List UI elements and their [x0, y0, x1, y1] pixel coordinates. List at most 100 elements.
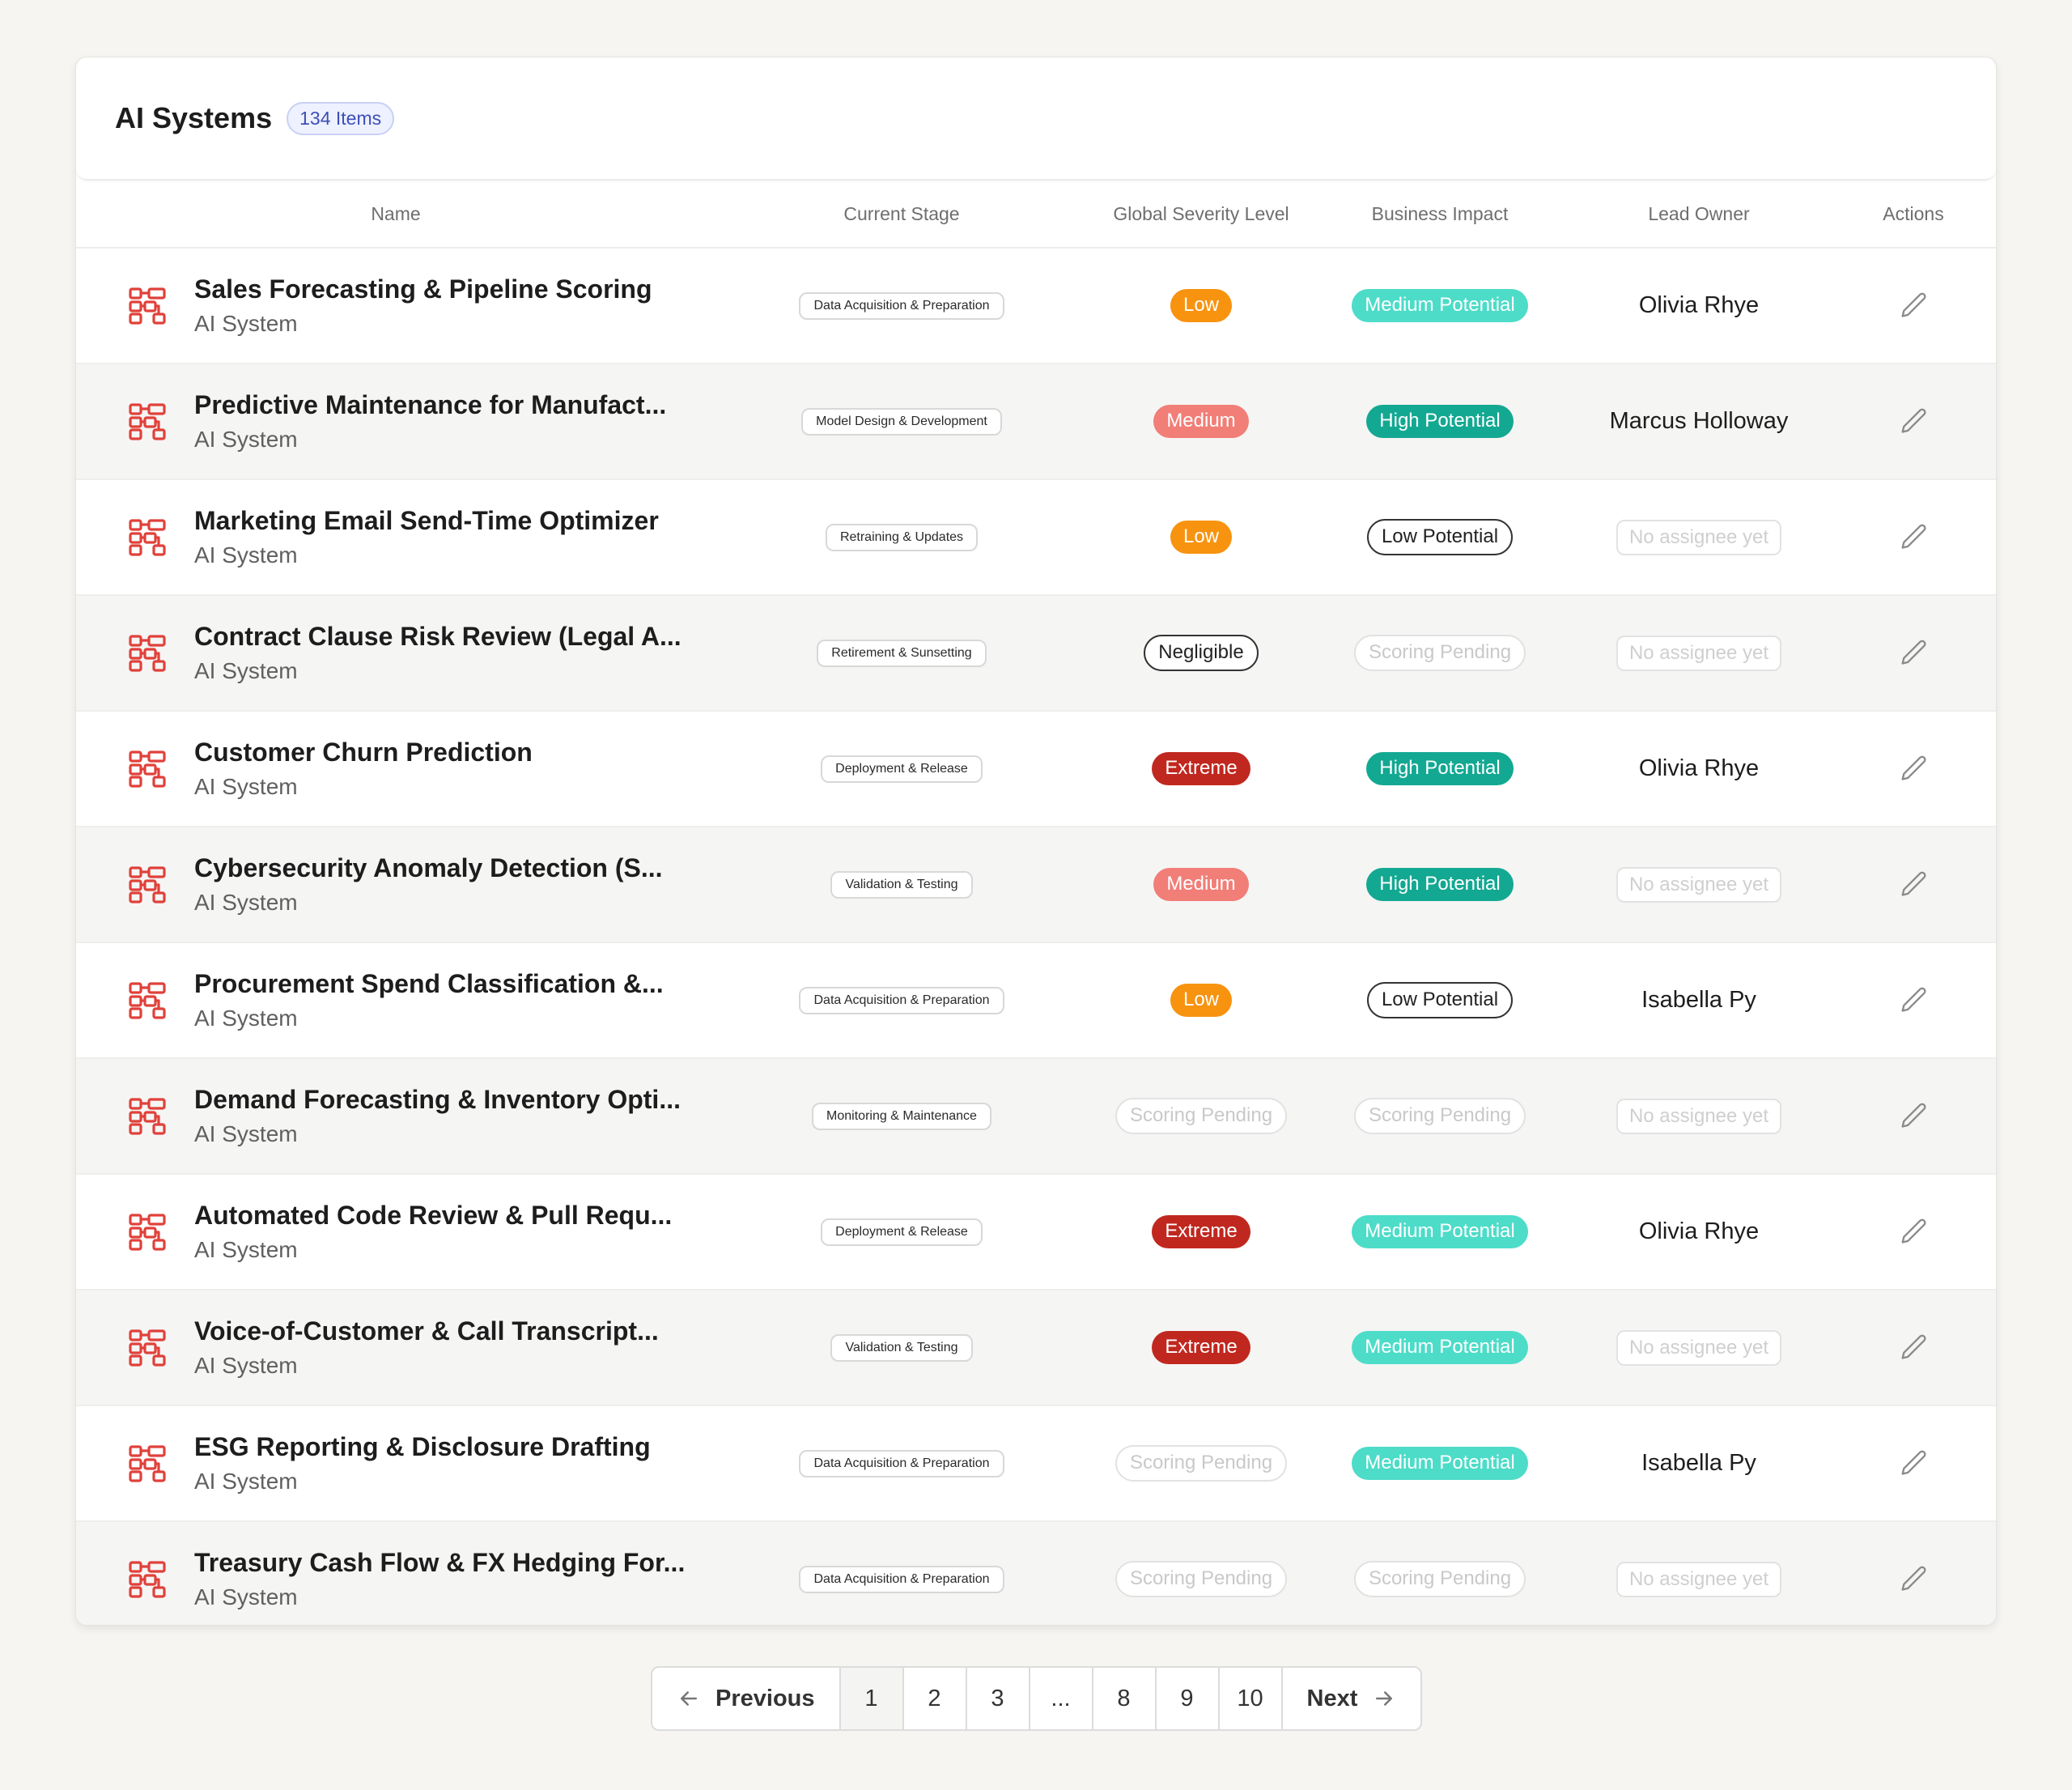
next-page-button[interactable]: Next: [1283, 1668, 1421, 1729]
impact-cell: Low Potential: [1314, 943, 1565, 1057]
page-button-1[interactable]: 1: [840, 1668, 904, 1729]
page-button-9[interactable]: 9: [1157, 1668, 1220, 1729]
no-assignee-badge[interactable]: No assignee yet: [1616, 1098, 1782, 1134]
table-row[interactable]: Contract Clause Risk Review (Legal A... …: [76, 596, 1996, 712]
name-cell[interactable]: Demand Forecasting & Inventory Opti... A…: [76, 1059, 715, 1173]
name-cell[interactable]: Customer Churn Prediction AI System: [76, 712, 715, 826]
stage-badge: Validation & Testing: [830, 1333, 973, 1362]
no-assignee-badge[interactable]: No assignee yet: [1616, 1329, 1782, 1366]
ai-system-name[interactable]: ESG Reporting & Disclosure Drafting: [194, 1432, 651, 1462]
stage-cell: Deployment & Release: [715, 1175, 1088, 1289]
edit-button[interactable]: [1832, 596, 1994, 710]
ai-system-type: AI System: [194, 1469, 298, 1494]
severity-badge: Scoring Pending: [1115, 1561, 1288, 1597]
column-header-stage[interactable]: Current Stage: [715, 203, 1088, 225]
name-cell[interactable]: Predictive Maintenance for Manufact... A…: [76, 364, 715, 478]
ai-system-name[interactable]: Contract Clause Risk Review (Legal A...: [194, 622, 681, 652]
ai-system-icon: [129, 1560, 166, 1598]
no-assignee-badge[interactable]: No assignee yet: [1616, 519, 1782, 555]
name-cell[interactable]: Marketing Email Send-Time Optimizer AI S…: [76, 480, 715, 594]
name-cell[interactable]: ESG Reporting & Disclosure Drafting AI S…: [76, 1406, 715, 1520]
ai-system-name[interactable]: Procurement Spend Classification &...: [194, 969, 664, 999]
lead-owner-name: Olivia Rhye: [1638, 1218, 1760, 1244]
table-row[interactable]: Customer Churn Prediction AI System Depl…: [76, 712, 1996, 827]
edit-button[interactable]: [1832, 827, 1994, 942]
table-row[interactable]: ESG Reporting & Disclosure Drafting AI S…: [76, 1406, 1996, 1522]
column-header-name[interactable]: Name: [76, 203, 715, 225]
edit-button[interactable]: [1832, 1059, 1994, 1173]
ai-system-name[interactable]: Marketing Email Send-Time Optimizer: [194, 506, 659, 536]
owner-cell: No assignee yet: [1565, 827, 1832, 942]
stage-cell: Retraining & Updates: [715, 480, 1088, 594]
table-row[interactable]: Sales Forecasting & Pipeline Scoring AI …: [76, 249, 1996, 364]
ai-system-name[interactable]: Predictive Maintenance for Manufact...: [194, 390, 666, 420]
edit-button[interactable]: [1832, 1406, 1994, 1520]
edit-button[interactable]: [1832, 249, 1994, 363]
previous-page-button[interactable]: Previous: [652, 1668, 841, 1729]
ai-system-type: AI System: [194, 890, 298, 915]
pencil-icon: [1901, 1450, 1926, 1475]
name-cell[interactable]: Sales Forecasting & Pipeline Scoring AI …: [76, 249, 715, 363]
stage-badge: Data Acquisition & Preparation: [799, 1449, 1004, 1477]
ai-system-name[interactable]: Cybersecurity Anomaly Detection (S...: [194, 853, 663, 883]
ai-system-name[interactable]: Demand Forecasting & Inventory Opti...: [194, 1085, 681, 1115]
table-row[interactable]: Marketing Email Send-Time Optimizer AI S…: [76, 480, 1996, 596]
name-cell[interactable]: Cybersecurity Anomaly Detection (S... AI…: [76, 827, 715, 942]
column-header-owner[interactable]: Lead Owner: [1565, 203, 1832, 225]
ai-system-icon: [129, 1444, 166, 1482]
edit-button[interactable]: [1832, 1175, 1994, 1289]
column-header-actions: Actions: [1883, 202, 1944, 224]
pencil-icon: [1901, 408, 1926, 433]
stage-cell: Retirement & Sunsetting: [715, 596, 1088, 710]
edit-button[interactable]: [1832, 364, 1994, 478]
edit-button[interactable]: [1832, 1290, 1994, 1405]
name-cell[interactable]: Automated Code Review & Pull Requ... AI …: [76, 1175, 715, 1289]
no-assignee-badge[interactable]: No assignee yet: [1616, 635, 1782, 671]
severity-badge: Low: [1170, 521, 1233, 554]
business-impact-badge: Scoring Pending: [1353, 1098, 1526, 1134]
name-cell[interactable]: Treasury Cash Flow & FX Hedging For... A…: [76, 1522, 715, 1625]
ai-system-icon: [129, 1213, 166, 1251]
name-cell[interactable]: Voice-of-Customer & Call Transcript... A…: [76, 1290, 715, 1405]
ai-system-name[interactable]: Customer Churn Prediction: [194, 738, 533, 767]
table-row[interactable]: Treasury Cash Flow & FX Hedging For... A…: [76, 1522, 1996, 1625]
edit-button[interactable]: [1832, 480, 1994, 594]
table-row[interactable]: Predictive Maintenance for Manufact... A…: [76, 364, 1996, 480]
column-header-severity[interactable]: Global Severity Level: [1088, 203, 1314, 225]
table-row[interactable]: Automated Code Review & Pull Requ... AI …: [76, 1175, 1996, 1290]
page-button-2[interactable]: 2: [904, 1668, 967, 1729]
edit-button[interactable]: [1832, 1522, 1994, 1625]
impact-cell: High Potential: [1314, 827, 1565, 942]
ai-system-name[interactable]: Treasury Cash Flow & FX Hedging For...: [194, 1548, 685, 1578]
table-row[interactable]: Procurement Spend Classification &... AI…: [76, 943, 1996, 1059]
ai-system-type: AI System: [194, 542, 298, 568]
ai-system-name[interactable]: Sales Forecasting & Pipeline Scoring: [194, 274, 652, 304]
ai-system-icon: [129, 1329, 166, 1367]
edit-button[interactable]: [1832, 943, 1994, 1057]
table-row[interactable]: Demand Forecasting & Inventory Opti... A…: [76, 1059, 1996, 1175]
name-cell[interactable]: Contract Clause Risk Review (Legal A... …: [76, 596, 715, 710]
owner-cell: Isabella Py: [1565, 1406, 1832, 1520]
lead-owner-name: Olivia Rhye: [1638, 292, 1760, 318]
severity-cell: Negligible: [1088, 596, 1314, 710]
severity-badge: Medium: [1153, 868, 1249, 901]
ai-system-icon: [129, 981, 166, 1019]
page-button-10[interactable]: 10: [1220, 1668, 1283, 1729]
ai-system-icon: [129, 518, 166, 556]
ai-system-name[interactable]: Automated Code Review & Pull Requ...: [194, 1201, 672, 1231]
ai-system-name[interactable]: Voice-of-Customer & Call Transcript...: [194, 1316, 659, 1346]
edit-button[interactable]: [1832, 712, 1994, 826]
no-assignee-badge[interactable]: No assignee yet: [1616, 1561, 1782, 1597]
table-row[interactable]: Voice-of-Customer & Call Transcript... A…: [76, 1290, 1996, 1406]
table-row[interactable]: Cybersecurity Anomaly Detection (S... AI…: [76, 827, 1996, 943]
name-cell[interactable]: Procurement Spend Classification &... AI…: [76, 943, 715, 1057]
no-assignee-badge[interactable]: No assignee yet: [1616, 866, 1782, 903]
page-button-3[interactable]: 3: [967, 1668, 1030, 1729]
severity-badge: Extreme: [1152, 752, 1250, 785]
pencil-icon: [1901, 1334, 1926, 1359]
stage-badge: Model Design & Development: [801, 407, 1002, 436]
owner-cell: No assignee yet: [1565, 596, 1832, 710]
lead-owner-name: Isabella Py: [1641, 987, 1756, 1013]
page-button-8[interactable]: 8: [1093, 1668, 1157, 1729]
column-header-impact[interactable]: Business Impact: [1314, 203, 1565, 225]
